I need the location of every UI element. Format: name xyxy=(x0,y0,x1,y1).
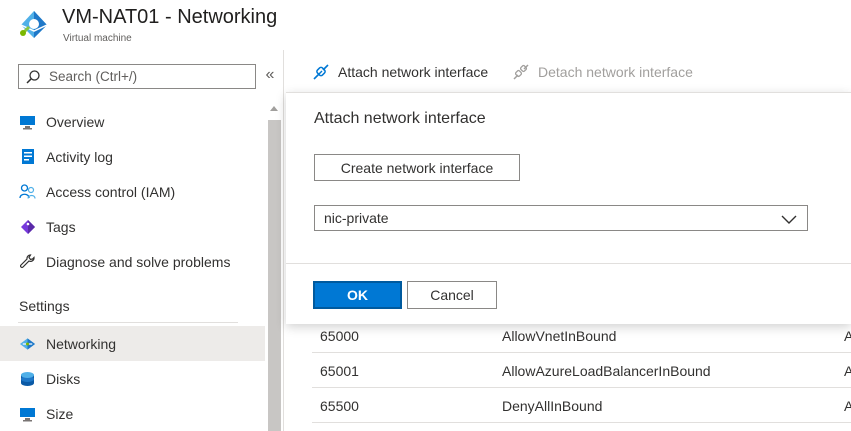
network-interface-dropdown[interactable]: nic-private xyxy=(314,205,808,231)
detach-link-icon xyxy=(511,62,531,82)
search-icon xyxy=(25,69,41,85)
detach-label: Detach network interface xyxy=(538,64,693,80)
search-box[interactable] xyxy=(18,64,256,89)
attach-link-icon xyxy=(311,62,331,82)
nav-item-label: Networking xyxy=(46,335,117,352)
nav-item-label: Access control (IAM) xyxy=(46,183,176,200)
create-network-interface-button[interactable]: Create network interface xyxy=(314,154,520,181)
attach-network-interface-panel: Attach network interface Create network … xyxy=(286,92,851,324)
networking-icon xyxy=(19,335,36,352)
monitor-icon xyxy=(19,113,36,130)
cancel-button[interactable]: Cancel xyxy=(407,281,497,309)
page-subtitle: Virtual machine xyxy=(63,33,132,44)
ok-button[interactable]: OK xyxy=(313,281,402,309)
nav-item-activity-log[interactable]: Activity log xyxy=(0,139,265,174)
table-row[interactable]: 65001 AllowAzureLoadBalancerInBound A xyxy=(312,353,851,388)
section-divider xyxy=(18,322,238,323)
nav-item-label: Size xyxy=(46,405,74,422)
rule-name: DenyAllInBound xyxy=(502,398,603,414)
rule-action: A xyxy=(844,328,851,344)
activity-log-icon xyxy=(19,148,36,165)
virtual-machine-icon xyxy=(17,7,51,41)
search-input[interactable] xyxy=(49,69,239,84)
wrench-icon xyxy=(19,253,36,270)
monitor-icon xyxy=(19,405,36,422)
nav-item-access-control[interactable]: Access control (IAM) xyxy=(0,174,265,209)
nav-item-size[interactable]: Size xyxy=(0,396,265,431)
nav-item-disks[interactable]: Disks xyxy=(0,361,265,396)
rule-action: A xyxy=(844,398,851,414)
collapse-menu-button[interactable]: « xyxy=(262,66,278,84)
disks-icon xyxy=(19,370,36,387)
panel-divider xyxy=(286,263,851,264)
nav-item-networking[interactable]: Networking xyxy=(0,326,265,361)
dropdown-selected-value: nic-private xyxy=(324,210,389,226)
people-icon xyxy=(19,183,36,200)
nav-item-label: Disks xyxy=(46,370,81,387)
chevron-down-icon xyxy=(781,212,797,224)
nav-item-tags[interactable]: Tags xyxy=(0,209,265,244)
attach-label: Attach network interface xyxy=(338,64,489,80)
nav-item-diagnose[interactable]: Diagnose and solve problems xyxy=(0,244,265,279)
nav-item-label: Activity log xyxy=(46,148,113,165)
rule-action: A xyxy=(844,363,851,379)
tag-icon xyxy=(19,218,36,235)
resource-menu: « Overview Activity log Access control (… xyxy=(0,50,284,431)
rule-priority: 65001 xyxy=(320,363,359,379)
blade-header: VM-NAT01 - Networking Virtual machine xyxy=(0,0,851,50)
nav-item-overview[interactable]: Overview xyxy=(0,104,265,139)
scrollbar-thumb[interactable] xyxy=(268,120,281,431)
nav-item-label: Diagnose and solve problems xyxy=(46,253,231,270)
nav-item-label: Overview xyxy=(46,113,105,130)
command-bar: Attach network interface Detach network … xyxy=(285,50,851,92)
scroll-up-arrow-icon[interactable] xyxy=(270,106,278,111)
table-row[interactable]: 65500 DenyAllInBound A xyxy=(312,388,851,423)
detach-network-interface-button[interactable]: Detach network interface xyxy=(511,62,693,82)
page-title: VM-NAT01 - Networking xyxy=(62,6,278,28)
rule-priority: 65000 xyxy=(320,328,359,344)
rule-priority: 65500 xyxy=(320,398,359,414)
rule-name: AllowVnetInBound xyxy=(502,328,617,344)
menu-scrollbar[interactable] xyxy=(266,104,283,431)
attach-network-interface-button[interactable]: Attach network interface xyxy=(311,62,488,82)
settings-section-heading: Settings xyxy=(19,298,70,314)
rule-name: AllowAzureLoadBalancerInBound xyxy=(502,363,711,379)
nav-item-label: Tags xyxy=(46,218,76,235)
panel-title: Attach network interface xyxy=(314,110,486,127)
